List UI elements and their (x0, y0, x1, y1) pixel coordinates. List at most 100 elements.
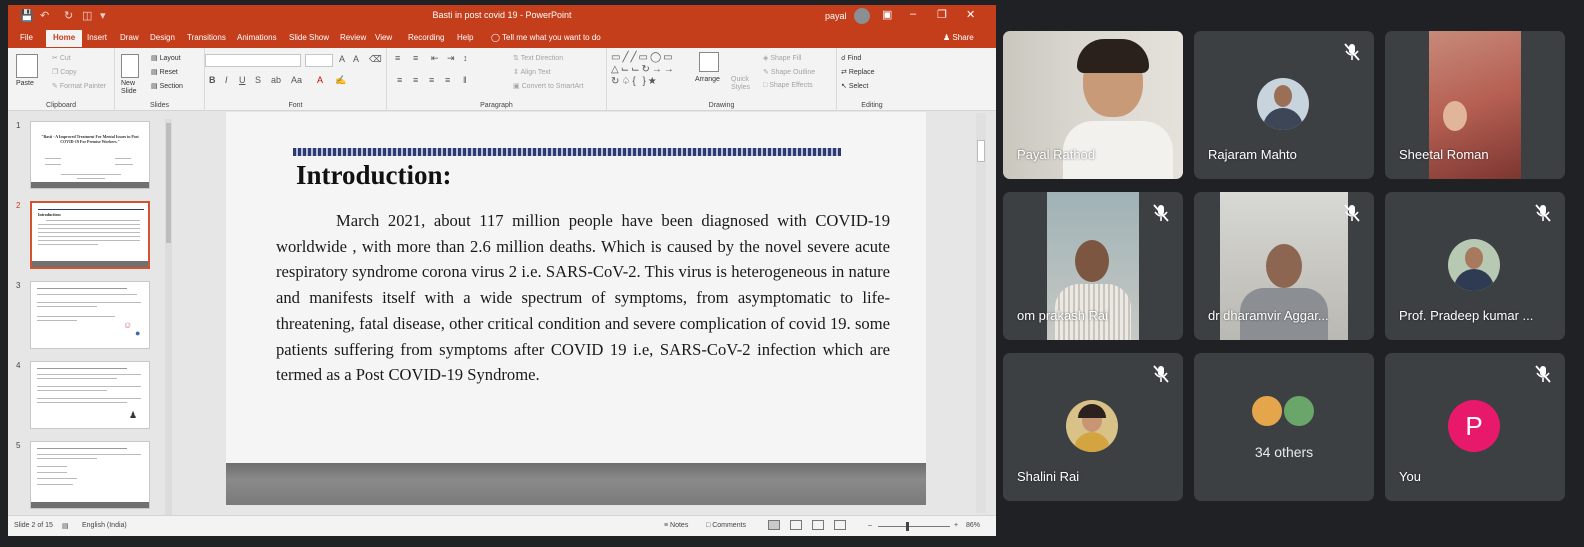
spelling-icon[interactable]: ▤ (62, 522, 69, 530)
tab-insert[interactable]: Insert (87, 33, 107, 42)
slide-thumbnail-3[interactable]: ☺ ● (30, 281, 150, 349)
reset-button[interactable]: ▤ Reset (151, 68, 178, 76)
replace-button[interactable]: ⇄ Replace (841, 68, 875, 76)
slide-thumbnail-1[interactable]: "Basti - A Improved Treatment For Mental… (30, 121, 150, 189)
select-button[interactable]: ↖ Select (841, 82, 868, 90)
ribbon-display-options-icon[interactable]: ▣ (882, 8, 892, 21)
zoom-slider[interactable] (878, 526, 950, 527)
account-avatar[interactable] (854, 8, 870, 24)
bullets-icon[interactable]: ≡ (395, 53, 400, 63)
bold-icon[interactable]: B (209, 75, 216, 85)
copy-button[interactable]: ❐ Copy (52, 68, 77, 76)
align-left-icon[interactable]: ≡ (397, 75, 402, 85)
highlight-icon[interactable]: ✍ (335, 75, 346, 86)
participant-tile[interactable]: Sheetal Roman (1385, 31, 1565, 179)
align-text-button[interactable]: ⇕ Align Text (513, 68, 551, 76)
format-painter-button[interactable]: ✎ Format Painter (52, 82, 106, 90)
clear-formatting-icon[interactable]: ⌫ (369, 54, 382, 65)
section-button[interactable]: ▤ Section (151, 82, 183, 90)
participant-tile[interactable]: 34 others (1194, 353, 1374, 501)
slide-thumbnail-5[interactable] (30, 441, 150, 509)
slideshow-icon[interactable] (834, 520, 846, 530)
change-case-icon[interactable]: Aa (291, 75, 302, 85)
shape-fill-button[interactable]: ◈ Shape Fill (763, 54, 801, 62)
tab-view[interactable]: View (375, 33, 392, 42)
spacing-icon[interactable]: ab (271, 75, 281, 85)
convert-smartart-button[interactable]: ▣ Convert to SmartArt (513, 82, 583, 90)
scrollbar-thumb[interactable] (977, 140, 985, 162)
paste-button[interactable]: Paste (16, 80, 34, 87)
align-right-icon[interactable]: ≡ (429, 75, 434, 85)
tab-transitions[interactable]: Transitions (187, 33, 226, 42)
tab-recording[interactable]: Recording (408, 33, 444, 42)
slide-thumbnail-2[interactable]: Introduction: (30, 201, 150, 269)
tab-slide-show[interactable]: Slide Show (289, 33, 329, 42)
shape-outline-button[interactable]: ✎ Shape Outline (763, 68, 815, 76)
participant-tile[interactable]: Prof. Pradeep kumar ... (1385, 192, 1565, 340)
underline-icon[interactable]: U (239, 75, 246, 85)
language-indicator[interactable]: English (India) (82, 522, 127, 529)
arrange-icon[interactable] (699, 52, 719, 72)
slide-body-text[interactable]: March 2021, about 117 million people hav… (276, 208, 890, 388)
tab-file[interactable]: File (20, 33, 33, 42)
shapes-gallery[interactable]: ▭╱╱▭◯▭ △⌙⌙↻→→ ↻♤{ }★ (611, 52, 691, 90)
strikethrough-icon[interactable]: S (255, 75, 261, 85)
cut-button[interactable]: ✂ Cut (52, 54, 71, 62)
slide-canvas[interactable]: Introduction: March 2021, about 117 mill… (226, 112, 926, 505)
font-name-box[interactable] (205, 54, 301, 67)
italic-icon[interactable]: I (225, 75, 228, 85)
thumbnails-scrollbar[interactable] (165, 119, 172, 517)
minimize-icon[interactable]: – (910, 8, 916, 20)
participant-tile[interactable]: Payal Rathod (1003, 31, 1183, 179)
justify-icon[interactable]: ≡ (445, 75, 450, 85)
account-name[interactable]: payal (825, 11, 847, 21)
notes-button[interactable]: ≡ Notes (664, 522, 688, 529)
layout-button[interactable]: ▤ Layout (151, 54, 181, 62)
participant-tile[interactable]: Shalini Rai (1003, 353, 1183, 501)
slide-thumbnail-4[interactable]: ♟ (30, 361, 150, 429)
tab-review[interactable]: Review (340, 33, 366, 42)
reading-view-icon[interactable] (812, 520, 824, 530)
decrease-font-icon[interactable]: A (353, 54, 359, 64)
zoom-slider-thumb[interactable] (906, 522, 909, 531)
quick-styles-button[interactable]: Quick Styles (731, 76, 753, 92)
tab-help[interactable]: Help (457, 33, 473, 42)
zoom-out-icon[interactable]: – (868, 522, 872, 529)
tab-home[interactable]: Home (46, 30, 83, 47)
align-center-icon[interactable]: ≡ (413, 75, 418, 85)
numbering-icon[interactable]: ≡ (413, 53, 418, 63)
paste-icon[interactable] (16, 54, 38, 78)
increase-font-icon[interactable]: A (339, 54, 345, 64)
increase-indent-icon[interactable]: ⇥ (447, 53, 455, 64)
tab-animations[interactable]: Animations (237, 33, 277, 42)
zoom-level[interactable]: 86% (966, 522, 980, 529)
new-slide-icon[interactable] (121, 54, 139, 78)
find-button[interactable]: ☌ Find (841, 54, 861, 62)
participant-tile[interactable]: dr dharamvir Aggar... (1194, 192, 1374, 340)
participant-tile[interactable]: om prakash Rai (1003, 192, 1183, 340)
text-direction-button[interactable]: ⇅ Text Direction (513, 54, 563, 62)
participant-tile[interactable]: Rajaram Mahto (1194, 31, 1374, 179)
slide-sorter-icon[interactable] (790, 520, 802, 530)
share-button[interactable]: ♟ Share (943, 33, 974, 42)
line-spacing-icon[interactable]: ↕ (463, 53, 468, 63)
shape-effects-button[interactable]: □ Shape Effects (763, 82, 813, 89)
tell-me-search[interactable]: ◯ Tell me what you want to do (491, 33, 601, 42)
zoom-in-icon[interactable]: + (954, 522, 958, 529)
normal-view-icon[interactable] (768, 520, 780, 530)
restore-icon[interactable]: ❐ (937, 8, 947, 21)
font-color-icon[interactable]: A (317, 75, 323, 85)
close-icon[interactable]: ✕ (966, 8, 975, 21)
slide-heading[interactable]: Introduction: (296, 160, 452, 191)
tab-design[interactable]: Design (150, 33, 175, 42)
decrease-indent-icon[interactable]: ⇤ (431, 53, 439, 64)
new-slide-button[interactable]: New Slide (121, 80, 143, 96)
participant-tile-self[interactable]: P You (1385, 353, 1565, 501)
arrange-button[interactable]: Arrange (695, 76, 720, 83)
scrollbar-thumb[interactable] (166, 123, 171, 243)
slide-scrollbar[interactable] (976, 113, 986, 513)
comments-button[interactable]: □ Comments (706, 522, 746, 529)
font-size-box[interactable] (305, 54, 333, 67)
columns-icon[interactable]: ‖ (463, 75, 467, 85)
tab-draw[interactable]: Draw (120, 33, 139, 42)
